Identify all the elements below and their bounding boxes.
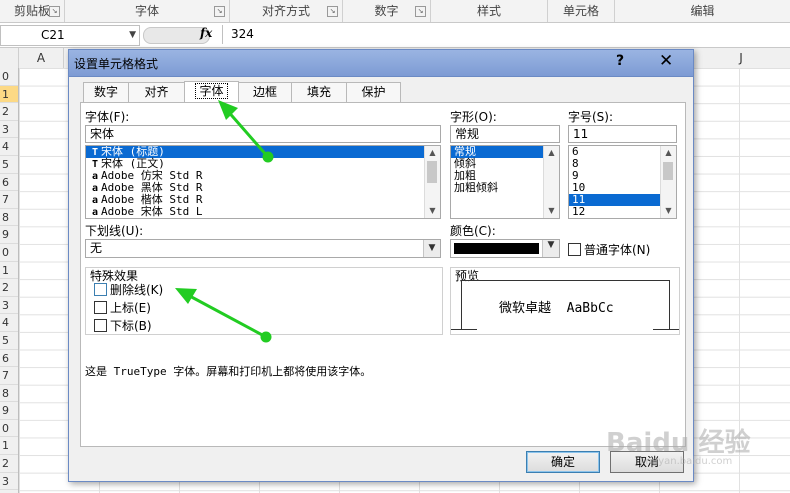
annotation-arrow-font-tab	[224, 107, 270, 159]
annotation-dot	[260, 331, 272, 343]
watermark-url: jingyan.baidu.com	[640, 456, 733, 467]
annotation-arrowhead-icon	[218, 100, 238, 120]
annotation-dot	[262, 151, 274, 163]
annotation-arrow-strikethrough	[184, 292, 268, 339]
annotation-layer	[175, 100, 274, 343]
baidu-watermark: Baidu 经验	[606, 428, 751, 458]
annotation-arrowhead-icon	[175, 288, 197, 304]
